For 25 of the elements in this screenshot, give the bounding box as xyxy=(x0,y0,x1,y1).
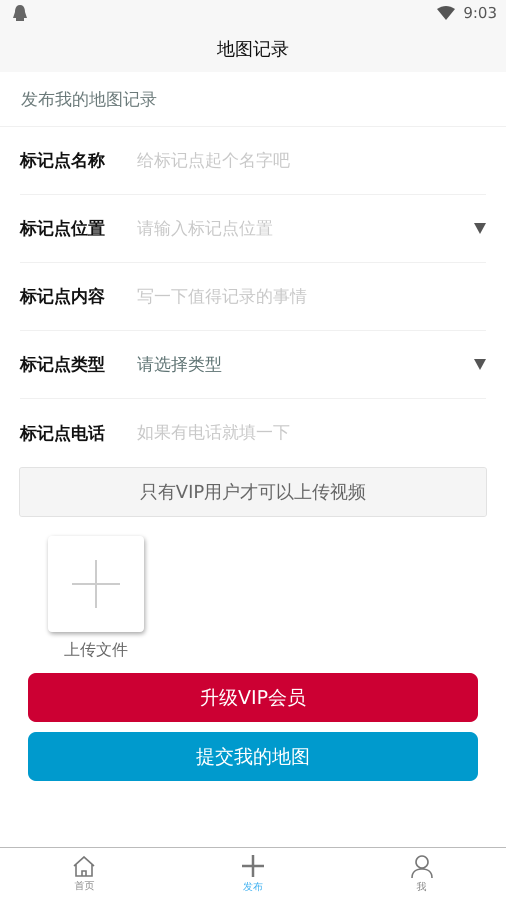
plus-icon xyxy=(241,854,265,878)
wifi-icon xyxy=(437,6,456,20)
tab-item[interactable]: 我 xyxy=(337,848,506,900)
dropdown-field[interactable]: 请选择类型 xyxy=(137,353,486,376)
field-label: 标记点位置 xyxy=(20,218,106,240)
action-button[interactable]: 升级VIP会员 xyxy=(28,673,478,722)
field-label: 标记点类型 xyxy=(20,354,106,376)
user-icon xyxy=(410,854,433,878)
plus-icon xyxy=(72,560,120,608)
tab-item[interactable]: 发布 xyxy=(168,848,338,900)
clock-time: 9:03 xyxy=(463,4,497,22)
field-label: 标记点电话 xyxy=(20,422,106,444)
tab-item[interactable]: 首页 xyxy=(0,848,169,900)
upload-label: 上传文件 xyxy=(64,640,128,661)
home-icon xyxy=(72,855,96,877)
field-label: 标记点内容 xyxy=(20,286,106,308)
dropdown-arrow-icon xyxy=(474,359,486,370)
vip-notice: 只有VIP用户才可以上传视频 xyxy=(19,467,487,517)
penguin-icon xyxy=(12,4,28,22)
page-title: 地图记录 xyxy=(217,38,289,61)
section-header: 发布我的地图记录 xyxy=(21,88,157,110)
field-label: 标记点名称 xyxy=(20,150,106,172)
upload-tile[interactable] xyxy=(48,536,144,632)
action-button[interactable]: 提交我的地图 xyxy=(28,732,478,781)
dropdown-arrow-icon xyxy=(474,223,486,234)
